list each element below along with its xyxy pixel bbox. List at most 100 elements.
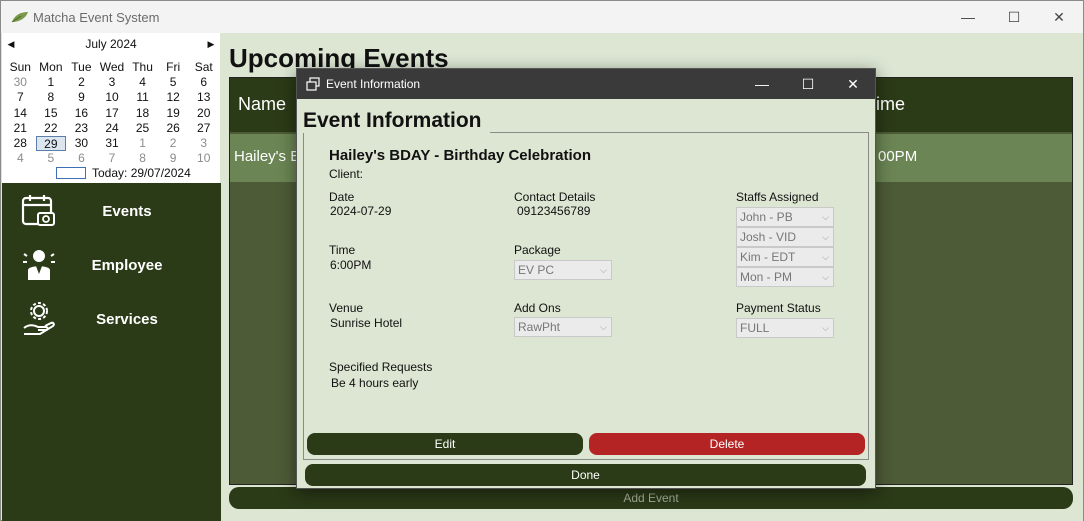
calendar-day[interactable]: 24 <box>97 121 128 136</box>
calendar-day[interactable]: 3 <box>188 136 219 151</box>
venue-value: Sunrise Hotel <box>330 316 403 330</box>
maximize-icon: ☐ <box>801 75 815 92</box>
calendar-day[interactable]: 2 <box>158 136 189 151</box>
sidebar-item-label: Employee <box>91 257 163 274</box>
calendar-month-label: July 2024 <box>85 37 137 51</box>
calendar-day[interactable]: 10 <box>188 151 219 166</box>
calendar-day[interactable]: 4 <box>127 75 158 90</box>
time-value: 6:00PM <box>330 258 372 272</box>
chevron-down-icon: ⌵ <box>822 323 829 333</box>
calendar-day[interactable]: 10 <box>97 90 128 105</box>
sidebar-item-services[interactable]: Services <box>2 294 221 344</box>
calendar-day[interactable]: 17 <box>97 106 128 121</box>
next-month-icon[interactable]: ▶ <box>204 37 218 51</box>
services-icon <box>23 302 55 335</box>
calendar-day[interactable]: 3 <box>97 75 128 90</box>
requests-value: Be 4 hours early <box>331 376 419 390</box>
calendar-day[interactable]: 15 <box>36 106 67 121</box>
dialog-minimize-button[interactable]: — <box>739 69 785 99</box>
edit-button[interactable]: Edit <box>307 433 583 455</box>
close-button[interactable]: ✕ <box>1036 1 1082 33</box>
calendar-day[interactable]: 22 <box>36 121 67 136</box>
calendar-day[interactable]: 2 <box>66 75 97 90</box>
cell-time: 00PM <box>878 148 918 165</box>
dialog-title: Event Information <box>326 77 421 91</box>
dialog-maximize-button[interactable]: ☐ <box>785 69 831 99</box>
calendar-day[interactable]: 8 <box>127 151 158 166</box>
staffs-label: Staffs Assigned <box>736 190 819 204</box>
calendar-day[interactable]: 1 <box>36 75 67 90</box>
calendar-day[interactable]: 23 <box>66 121 97 136</box>
calendar-day[interactable]: 30 <box>5 75 36 90</box>
calendar-day[interactable]: 6 <box>188 75 219 90</box>
event-name: Hailey's BDAY - Birthday Celebration <box>329 147 591 164</box>
weekday-header: Sat <box>194 60 213 74</box>
calendar-day[interactable]: 14 <box>5 106 36 121</box>
weekday-header: Wed <box>99 60 125 74</box>
calendar-day[interactable]: 6 <box>66 151 97 166</box>
chevron-down-icon: ⌵ <box>822 272 829 282</box>
staff-value: Kim - EDT <box>740 250 796 264</box>
minimize-icon: — <box>755 76 769 92</box>
calendar-day[interactable]: 26 <box>158 121 189 136</box>
column-header-time[interactable]: ime <box>876 94 905 115</box>
calendar-day[interactable]: 5 <box>158 75 189 90</box>
maximize-button[interactable]: ☐ <box>991 1 1037 33</box>
calendar-day[interactable]: 31 <box>97 136 128 151</box>
column-header-name[interactable]: Name <box>238 94 286 115</box>
staff-select-2[interactable]: Josh - VID ⌵ <box>736 227 834 247</box>
weekday-header: Mon <box>39 60 63 74</box>
calendar-day[interactable]: 4 <box>5 151 36 166</box>
calendar-day[interactable]: 20 <box>188 106 219 121</box>
delete-button[interactable]: Delete <box>589 433 865 455</box>
cell-name: Hailey's B <box>234 148 301 165</box>
calendar-day[interactable]: 19 <box>158 106 189 121</box>
sidebar-item-employee[interactable]: Employee <box>2 240 221 290</box>
weekday-header: Thu <box>132 60 153 74</box>
add-event-button[interactable]: Add Event <box>229 487 1073 509</box>
today-marker <box>56 167 86 179</box>
done-button[interactable]: Done <box>305 464 866 486</box>
staff-select-1[interactable]: John - PB ⌵ <box>736 207 834 227</box>
sidebar-nav: Events Employee Services <box>2 183 221 521</box>
calendar-day[interactable]: 25 <box>127 121 158 136</box>
calendar-day[interactable]: 21 <box>5 121 36 136</box>
title-bar: Matcha Event System — ☐ ✕ <box>1 1 1083 33</box>
calendar-day[interactable]: 18 <box>127 106 158 121</box>
calendar-day[interactable]: 5 <box>36 151 67 166</box>
window-icon <box>306 77 320 91</box>
payment-value: FULL <box>740 321 770 335</box>
minimize-icon: — <box>961 9 975 25</box>
calendar-day[interactable]: 16 <box>66 106 97 121</box>
employee-icon <box>23 250 55 280</box>
calendar-day[interactable]: 11 <box>127 90 158 105</box>
addons-select[interactable]: RawPht ⌵ <box>514 317 612 337</box>
staff-value: Mon - PM <box>740 270 793 284</box>
staff-select-4[interactable]: Mon - PM ⌵ <box>736 267 834 287</box>
minimize-button[interactable]: — <box>945 1 991 33</box>
event-info-group <box>303 132 869 460</box>
close-icon: ✕ <box>1053 8 1065 25</box>
staff-select-3[interactable]: Kim - EDT ⌵ <box>736 247 834 267</box>
calendar-day[interactable]: 12 <box>158 90 189 105</box>
calendar-day[interactable]: 28 <box>5 136 36 151</box>
calendar-day[interactable]: 7 <box>97 151 128 166</box>
matcha-leaf-icon <box>11 12 28 23</box>
calendar-day[interactable]: 8 <box>36 90 67 105</box>
calendar-day-selected[interactable]: 29 <box>35 135 67 152</box>
calendar-day[interactable]: 9 <box>66 90 97 105</box>
today-link[interactable]: Today: 29/07/2024 <box>56 166 191 180</box>
calendar-day[interactable]: 9 <box>158 151 189 166</box>
payment-select[interactable]: FULL ⌵ <box>736 318 834 338</box>
month-calendar[interactable]: ◀ July 2024 ▶ Sun Mon Tue Wed Thu Fri Sat 30 1 2 3… <box>2 33 220 183</box>
calendar-day[interactable]: 7 <box>5 90 36 105</box>
calendar-day[interactable]: 27 <box>188 121 219 136</box>
calendar-day[interactable]: 30 <box>66 136 97 151</box>
addons-label: Add Ons <box>514 301 561 315</box>
sidebar-item-events[interactable]: Events <box>2 186 221 236</box>
calendar-grid: Sun Mon Tue Wed Thu Fri Sat 30 1 2 3 4 5 6 7 8 9 10 11 12 13… <box>5 60 219 166</box>
calendar-day[interactable]: 1 <box>127 136 158 151</box>
package-select[interactable]: EV PC ⌵ <box>514 260 612 280</box>
dialog-close-button[interactable]: ✕ <box>830 69 876 99</box>
calendar-day[interactable]: 13 <box>188 90 219 105</box>
